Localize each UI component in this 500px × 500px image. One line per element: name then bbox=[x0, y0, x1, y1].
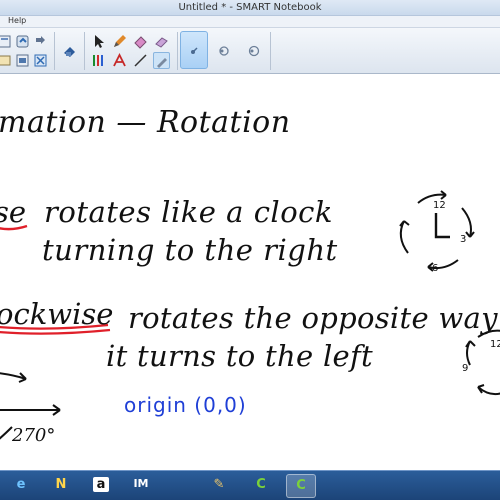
taskbar-camtasia-icon[interactable]: C bbox=[246, 474, 276, 498]
taskbar-camtasia-2-icon[interactable]: C bbox=[286, 474, 316, 498]
counterclockwise-definition-line1: rotates the opposite way bbox=[128, 301, 498, 335]
taskbar-paint-icon[interactable]: ✎ bbox=[204, 474, 234, 498]
clock2-12-label: 12 bbox=[490, 339, 500, 350]
menu-help[interactable]: Help bbox=[8, 16, 26, 25]
clock-6-label: 6 bbox=[432, 263, 438, 274]
text-icon[interactable] bbox=[111, 52, 128, 69]
eraser-icon[interactable] bbox=[132, 33, 149, 50]
camtasia-2-glyph: C bbox=[296, 478, 306, 493]
page-view-icon[interactable] bbox=[180, 31, 208, 69]
clockwise-definition-line1: rotates like a clock bbox=[44, 195, 333, 229]
screen-capture-icon[interactable] bbox=[61, 43, 78, 60]
undo-icon[interactable] bbox=[14, 33, 31, 50]
shade-icon[interactable] bbox=[32, 52, 49, 69]
counterclockwise-term: ockwise bbox=[0, 297, 114, 331]
notebook-page[interactable]: 12 3 6 12 9 mation — Rotation se rotates… bbox=[0, 75, 500, 470]
document-icon[interactable] bbox=[0, 33, 13, 50]
toolbar-separator bbox=[177, 32, 178, 70]
menu-bar: Help bbox=[0, 16, 500, 28]
clockwise-term: se bbox=[0, 195, 27, 229]
screen-icon[interactable] bbox=[0, 52, 13, 69]
shapes-icon[interactable] bbox=[132, 52, 149, 69]
toolbar-separator bbox=[54, 32, 55, 70]
pen-icon[interactable] bbox=[111, 33, 128, 50]
clock-12-label: 12 bbox=[433, 200, 446, 211]
window-title: Untitled * - SMART Notebook bbox=[178, 2, 322, 13]
delete-icon[interactable] bbox=[14, 52, 31, 69]
transparent-icon[interactable] bbox=[240, 31, 268, 69]
fill-icon[interactable] bbox=[153, 52, 170, 69]
creative-pen-icon[interactable] bbox=[90, 52, 107, 69]
page-heading: mation — Rotation bbox=[0, 105, 291, 140]
origin-note: origin (0,0) bbox=[124, 393, 247, 417]
toolbar-separator bbox=[84, 32, 85, 70]
ie-glyph: e bbox=[16, 477, 26, 492]
full-screen-icon[interactable] bbox=[210, 31, 238, 69]
taskbar-im-icon[interactable]: IM bbox=[126, 474, 156, 498]
clockwise-definition-line2: turning to the right bbox=[42, 233, 338, 267]
clock-3-label: 3 bbox=[460, 234, 466, 245]
camtasia-glyph: C bbox=[256, 477, 266, 492]
angle-label: 270° bbox=[12, 425, 56, 446]
notebook-glyph: N bbox=[55, 477, 67, 492]
redo-icon[interactable] bbox=[32, 33, 49, 50]
toolbar bbox=[0, 28, 500, 74]
file-tools-group bbox=[0, 31, 50, 71]
select-icon[interactable] bbox=[90, 33, 107, 50]
counterclockwise-definition-line2: it turns to the left bbox=[106, 339, 373, 373]
im-glyph: IM bbox=[133, 477, 149, 490]
amazon-glyph: a bbox=[93, 477, 109, 492]
line-icon[interactable] bbox=[153, 33, 170, 50]
toolbar-separator bbox=[270, 32, 271, 70]
taskbar-amazon-icon[interactable]: a bbox=[86, 474, 116, 498]
paint-glyph: ✎ bbox=[213, 477, 225, 492]
drawing-tools-group bbox=[90, 31, 174, 71]
taskbar: e N a IM ✎ C C bbox=[0, 470, 500, 500]
taskbar-ie-icon[interactable]: e bbox=[6, 474, 36, 498]
taskbar-notebook-icon[interactable]: N bbox=[46, 474, 76, 498]
clock2-9-label: 9 bbox=[462, 363, 468, 374]
title-bar: Untitled * - SMART Notebook bbox=[0, 0, 500, 16]
